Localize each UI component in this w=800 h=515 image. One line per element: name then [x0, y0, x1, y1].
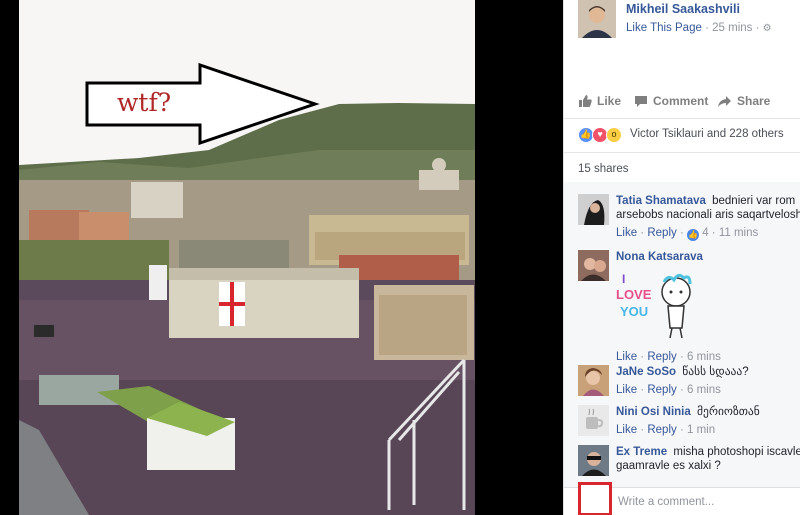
comment-reply-link[interactable]: Reply	[647, 384, 676, 396]
page-avatar[interactable]	[578, 0, 616, 38]
sticker-word-1: I	[622, 272, 626, 286]
comment-reaction-count[interactable]: 4	[702, 227, 708, 239]
comment-like-badge-icon: 👍	[686, 229, 699, 241]
comment-author-link[interactable]: Nona Katsarava	[616, 251, 703, 263]
reactions-names[interactable]: Victor Tsiklauri and 228 others	[630, 128, 784, 140]
post-actions-bar: Like Comment Share	[578, 92, 800, 112]
comment-body: Ex Treme misha photoshopi iscavle gaamra…	[616, 445, 800, 473]
avatar[interactable]	[578, 250, 609, 281]
comment-reply-link[interactable]: Reply	[647, 424, 676, 436]
post-photo[interactable]: wtf?	[19, 0, 475, 515]
comment-like-link[interactable]: Like	[616, 351, 637, 363]
comment-like-link[interactable]: Like	[616, 424, 637, 436]
comment-like-link[interactable]: Like	[616, 384, 637, 396]
annotation-text: wtf?	[117, 88, 172, 117]
sticker-word-3: YOU	[620, 304, 649, 319]
avatar[interactable]	[578, 445, 609, 476]
reactions-divider	[564, 152, 800, 153]
comment-button[interactable]: Comment	[634, 94, 708, 108]
user-photo-icon	[578, 405, 609, 436]
comment-author-link[interactable]: Tatia Shamatava	[616, 195, 706, 207]
comment-reply-link[interactable]: Reply	[647, 227, 676, 239]
comment-button-label: Comment	[653, 94, 709, 108]
user-photo-icon	[578, 445, 609, 476]
avatar[interactable]	[578, 405, 609, 436]
shares-count-link[interactable]: 15 shares	[578, 163, 629, 175]
comment-author-link[interactable]: Ex Treme	[616, 446, 667, 458]
thumbs-up-icon	[579, 95, 592, 107]
like-button-label: Like	[597, 94, 622, 108]
post-meta: Like This Page · 25 mins · ⚙	[626, 22, 772, 34]
like-page-link[interactable]: Like This Page	[626, 22, 702, 34]
comment-text: წასს სდააა?	[682, 366, 749, 378]
comments-list: Tatia Shamatava bednieri var rom arsebob…	[564, 182, 800, 487]
comment-author-link[interactable]: JaNe SoSo	[616, 366, 676, 378]
photo-viewer: wtf?	[0, 0, 563, 515]
user-photo-icon	[578, 250, 609, 281]
post-side-panel: Mikheil Saakashvili Like This Page · 25 …	[563, 0, 800, 515]
comment-like-link[interactable]: Like	[616, 227, 637, 239]
share-button-label: Share	[737, 94, 771, 108]
comment-body: JaNe SoSo წასს სდააა? Like · Reply · 6 m…	[616, 365, 800, 397]
comment-reply-link[interactable]: Reply	[647, 351, 676, 363]
reactions-summary[interactable]: 👍 ♥ o Victor Tsiklauri and 228 others	[578, 126, 800, 144]
gear-icon[interactable]: ⚙	[763, 23, 772, 34]
meta-separator: ·	[705, 22, 709, 34]
comment-author-link[interactable]: Nini Osi Ninia	[616, 406, 691, 418]
comment-footer: Like · Reply · 6 mins	[616, 351, 721, 363]
comment-footer: Like · Reply · 👍 4 · 11 mins	[616, 227, 759, 241]
user-photo-icon	[578, 194, 609, 225]
comment-composer	[564, 482, 800, 515]
actions-divider	[564, 118, 800, 119]
comment-body: Nona Katsarava I LOVE YOU Like · Reply ·…	[616, 250, 800, 364]
like-button[interactable]: Like	[578, 94, 621, 108]
meta-separator-2: ·	[755, 22, 760, 34]
comment-body: Tatia Shamatava bednieri var rom arsebob…	[616, 194, 800, 241]
avatar[interactable]	[578, 194, 609, 225]
comment-input[interactable]	[618, 496, 798, 508]
comment-footer: Like · Reply · 1 min	[616, 424, 716, 436]
speech-bubble-icon	[635, 95, 647, 107]
composer-avatar[interactable]	[578, 482, 612, 515]
share-arrow-icon	[718, 95, 731, 107]
avatar[interactable]	[578, 365, 609, 396]
comment-time[interactable]: 6 mins	[687, 351, 721, 363]
comment-footer: Like · Reply · 6 mins	[616, 384, 721, 396]
wow-reaction-icon: o	[606, 127, 622, 143]
comment-text: მერიოზთან	[696, 406, 760, 418]
profile-photo-icon	[578, 0, 616, 38]
comment-time[interactable]: 11 mins	[719, 227, 758, 239]
post-header: Mikheil Saakashvili Like This Page · 25 …	[578, 0, 800, 40]
comment-time[interactable]: 6 mins	[687, 384, 721, 396]
user-photo-icon	[578, 365, 609, 396]
comment-time[interactable]: 1 min	[687, 424, 715, 436]
comment-body: Nini Osi Ninia მერიოზთან Like · Reply · …	[616, 405, 800, 437]
sticker-word-2: LOVE	[616, 287, 652, 302]
i-love-you-sticker[interactable]: I LOVE YOU	[616, 268, 800, 346]
share-button[interactable]: Share	[717, 94, 770, 108]
page-name-link[interactable]: Mikheil Saakashvili	[626, 2, 740, 16]
post-timestamp[interactable]: 25 mins	[712, 22, 752, 34]
